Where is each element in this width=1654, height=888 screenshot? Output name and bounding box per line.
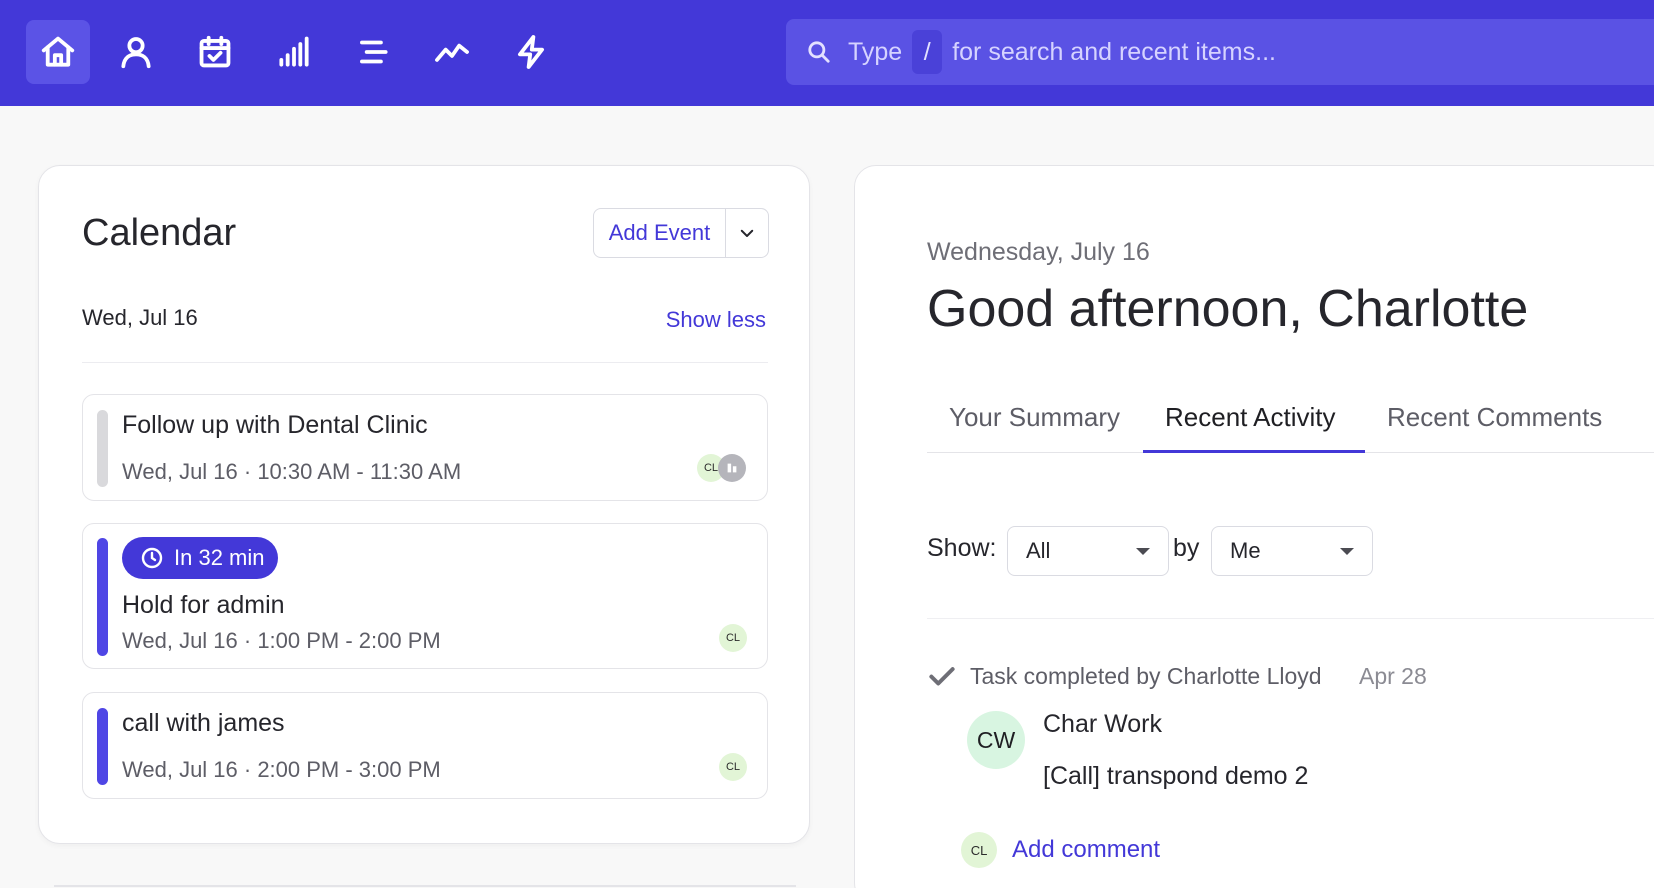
avatar: CL xyxy=(719,753,747,781)
tab-recent-activity[interactable]: Recent Activity xyxy=(1165,402,1336,433)
building-avatar xyxy=(718,454,746,482)
event-time: Wed, Jul 16 · 1:00 PM - 2:00 PM xyxy=(122,628,441,653)
show-less-link[interactable]: Show less xyxy=(666,307,766,333)
by-filter-value: Me xyxy=(1230,538,1261,563)
caret-down-icon xyxy=(1136,548,1150,555)
add-event-dropdown-button[interactable] xyxy=(726,209,768,257)
nav-automations[interactable] xyxy=(499,20,563,84)
event-time: Wed, Jul 16 · 2:00 PM - 3:00 PM xyxy=(122,757,441,782)
nav-calendar[interactable] xyxy=(183,20,247,84)
by-filter-label: by xyxy=(1173,534,1200,562)
show-filter-select[interactable]: All xyxy=(1007,526,1169,576)
activity-subject[interactable]: [Call] transpond demo 2 xyxy=(1043,762,1308,791)
clock-icon xyxy=(141,547,163,569)
nav-list[interactable] xyxy=(341,20,405,84)
comment-avatar: CL xyxy=(961,832,997,868)
tab-recent-comments[interactable]: Recent Comments xyxy=(1387,402,1602,433)
nav-insights[interactable] xyxy=(420,20,484,84)
global-search[interactable]: Type / for search and recent items... xyxy=(786,19,1654,85)
nav-reports[interactable] xyxy=(262,20,326,84)
chevron-down-icon xyxy=(740,229,754,237)
search-icon xyxy=(806,39,832,65)
active-tab-indicator xyxy=(1143,450,1365,453)
calendar-date-label: Wed, Jul 16 xyxy=(82,305,198,330)
event-title: Hold for admin xyxy=(122,591,285,619)
top-nav-bar: Type / for search and recent items... xyxy=(0,0,1654,106)
activity-owner[interactable]: Char Work xyxy=(1043,710,1162,739)
activity-line-icon xyxy=(435,43,469,62)
avatar: CW xyxy=(967,711,1025,769)
list-icon xyxy=(360,40,388,64)
divider xyxy=(927,618,1654,619)
by-filter-select[interactable]: Me xyxy=(1211,526,1373,576)
event-color-bar xyxy=(97,538,108,656)
search-placeholder: for search and recent items... xyxy=(952,37,1276,66)
avatar: CL xyxy=(719,624,747,652)
event-color-bar xyxy=(97,410,108,487)
home-icon xyxy=(41,36,75,67)
current-date: Wednesday, July 16 xyxy=(927,238,1150,266)
search-shortcut-key: / xyxy=(912,30,943,74)
show-filter-label: Show: xyxy=(927,534,997,562)
calendar-event[interactable]: In 32 min Hold for admin Wed, Jul 16 · 1… xyxy=(82,523,768,669)
checkmark-icon xyxy=(927,661,957,691)
add-comment-link[interactable]: Add comment xyxy=(1012,836,1160,864)
nav-home[interactable] xyxy=(26,20,90,84)
show-filter-value: All xyxy=(1026,538,1051,563)
home-main-card: Wednesday, July 16 Good afternoon, Charl… xyxy=(854,165,1654,888)
lightning-icon xyxy=(518,35,544,69)
calendar-card: Calendar Add Event Wed, Jul 16 Show less… xyxy=(38,165,810,844)
calendar-title: Calendar xyxy=(82,212,237,254)
next-card-edge xyxy=(54,885,796,887)
activity-date: Apr 28 xyxy=(1359,663,1427,689)
add-event-split-button: Add Event xyxy=(593,208,769,258)
greeting-title: Good afternoon, Charlotte xyxy=(927,280,1529,338)
calendar-check-icon xyxy=(199,35,231,68)
building-icon xyxy=(727,463,737,473)
search-prefix: Type xyxy=(848,37,903,66)
event-time: Wed, Jul 16 · 10:30 AM - 11:30 AM xyxy=(122,459,462,484)
calendar-event[interactable]: Follow up with Dental Clinic Wed, Jul 16… xyxy=(82,394,768,501)
divider xyxy=(82,362,768,363)
event-color-bar xyxy=(97,708,108,785)
tab-your-summary[interactable]: Your Summary xyxy=(949,402,1120,433)
activity-text: Task completed by Charlotte Lloyd xyxy=(970,663,1322,689)
calendar-event[interactable]: call with james Wed, Jul 16 · 2:00 PM - … xyxy=(82,692,768,799)
event-title: call with james xyxy=(122,709,285,737)
add-event-button[interactable]: Add Event xyxy=(594,209,726,257)
badge-label: In 32 min xyxy=(174,545,265,570)
caret-down-icon xyxy=(1340,548,1354,555)
nav-contacts[interactable] xyxy=(104,20,168,84)
bar-signal-icon xyxy=(279,36,309,67)
person-icon xyxy=(121,37,151,69)
event-title: Follow up with Dental Clinic xyxy=(122,411,428,439)
upcoming-badge: In 32 min xyxy=(122,537,278,579)
